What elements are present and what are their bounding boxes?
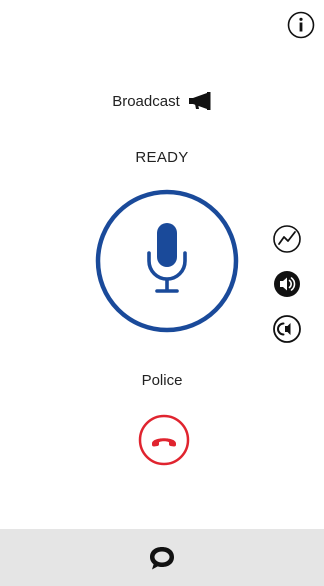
end-call-icon [138,414,190,466]
info-icon [287,11,315,39]
earpiece-button[interactable] [271,313,303,345]
speaker-button[interactable] [271,268,303,300]
channel-name: Police [141,372,183,389]
broadcast-label: Broadcast [112,92,180,110]
end-call-button[interactable] [138,414,190,466]
bottom-bar [0,529,324,586]
broadcast-toggle[interactable]: Broadcast [0,88,324,114]
push-to-talk-button[interactable] [95,189,239,333]
signal-quality-button[interactable] [271,223,303,255]
chat-button[interactable] [147,543,177,573]
megaphone-icon [188,92,211,110]
chat-icon [150,546,174,569]
info-button[interactable] [286,10,316,40]
signal-quality-icon [273,225,301,253]
speaker-icon [274,271,300,297]
status-text: READY [135,149,189,166]
earpiece-icon [273,315,301,343]
